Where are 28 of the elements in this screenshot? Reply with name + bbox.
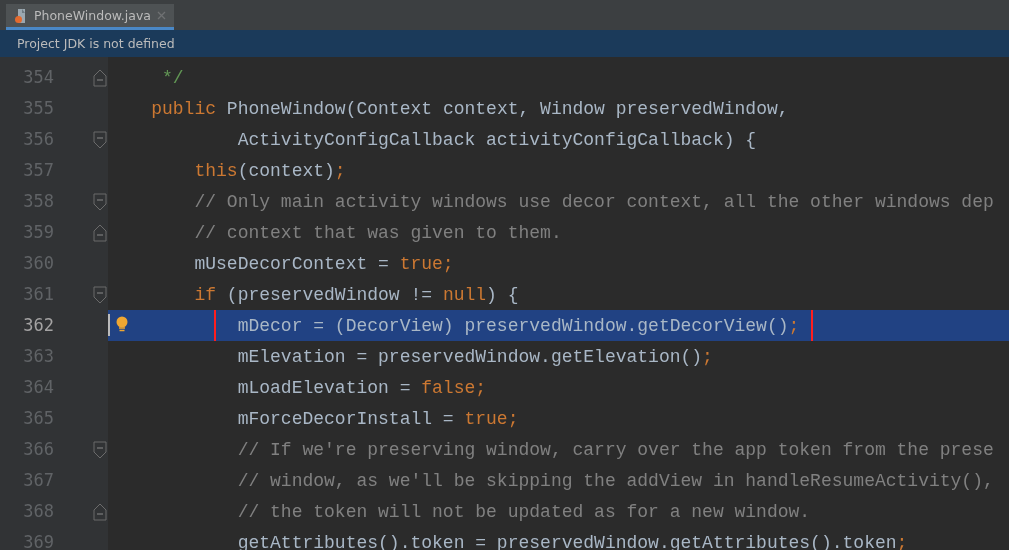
code-line: // window, as we'll be skipping the addView in handleResumeActivity(), — [237, 469, 994, 492]
code-line: if (preservedWindow != null) { — [194, 283, 519, 306]
fold-marker-icon[interactable] — [93, 68, 107, 87]
code-line: mLoadElevation = false; — [237, 376, 487, 399]
line-number: 362 — [22, 314, 55, 337]
fold-marker-icon[interactable] — [93, 130, 107, 149]
code-line: public PhoneWindow(Context context, Window preservedWindow, — [151, 97, 789, 120]
file-tab[interactable]: PhoneWindow.java — [6, 4, 175, 30]
code-line: ActivityConfigCallback activityConfigCallback) { — [237, 128, 757, 151]
fold-marker-icon[interactable] — [93, 502, 107, 521]
text-caret — [108, 314, 110, 336]
code-line: mElevation = preservedWindow.getElevation(); — [237, 345, 713, 368]
banner-text: Project JDK is not defined — [17, 36, 175, 51]
java-file-icon — [14, 7, 28, 24]
code-line: // If we're preserving window, carry over the app token from the prese — [237, 438, 994, 461]
code-line: mForceDecorInstall = true; — [237, 407, 519, 430]
code-line: // Only main activity windows use decor context, all the other windows dep — [194, 190, 994, 213]
close-icon[interactable] — [157, 11, 167, 20]
code-line: // context that was given to them. — [194, 221, 562, 244]
fold-marker-icon[interactable] — [93, 285, 107, 304]
fold-marker-icon[interactable] — [93, 440, 107, 459]
fold-marker-icon[interactable] — [93, 223, 107, 242]
code-line: mUseDecorContext = true; — [194, 252, 454, 275]
lightbulb-icon[interactable] — [115, 316, 129, 333]
code-line: */ — [162, 66, 184, 89]
fold-marker-icon[interactable] — [93, 192, 107, 211]
code-line: // the token will not be updated as for a new window. — [237, 500, 811, 523]
code-line: this(context); — [194, 159, 346, 182]
